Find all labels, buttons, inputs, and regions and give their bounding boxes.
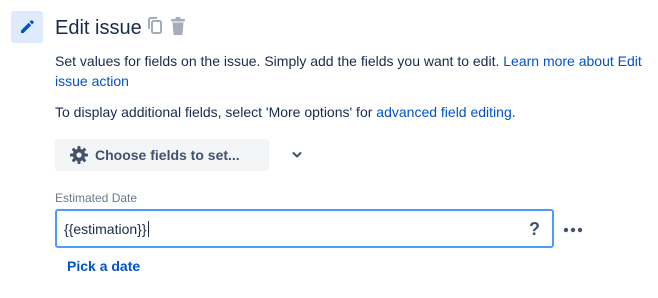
more-dots-icon[interactable] [561,219,587,239]
estimated-date-input[interactable]: {{estimation}} ? [55,209,554,248]
description-text: Set values for fields on the issue. Simp… [55,53,504,69]
advanced-field-editing-link[interactable]: advanced field editing [376,104,511,120]
pencil-icon [21,20,34,33]
choose-fields-button[interactable]: Choose fields to set... [55,139,302,171]
estimated-date-value-text: {{estimation}} [64,221,147,237]
trash-icon[interactable] [169,16,187,36]
choose-fields-label: Choose fields to set... [95,147,240,163]
hint-text-before: To display additional fields, select 'Mo… [55,104,377,120]
pick-a-date-link[interactable]: Pick a date [67,257,140,275]
copy-icon[interactable] [146,16,164,36]
gear-icon [70,146,88,164]
hint-text-after: . [511,104,516,120]
chevron-down-icon [292,152,302,158]
help-icon[interactable]: ? [529,218,540,240]
hint-text: To display additional fields, select 'Mo… [55,102,655,122]
action-icon-tile [11,11,43,43]
edit-issue-panel: Edit issue Set values for fields on the … [0,0,658,298]
estimated-date-label: Estimated Date [55,191,138,205]
description: Set values for fields on the issue. Simp… [55,51,655,91]
text-caret [147,221,149,237]
page-title: Edit issue [55,17,142,39]
estimated-date-value: {{estimation}} [64,220,149,238]
